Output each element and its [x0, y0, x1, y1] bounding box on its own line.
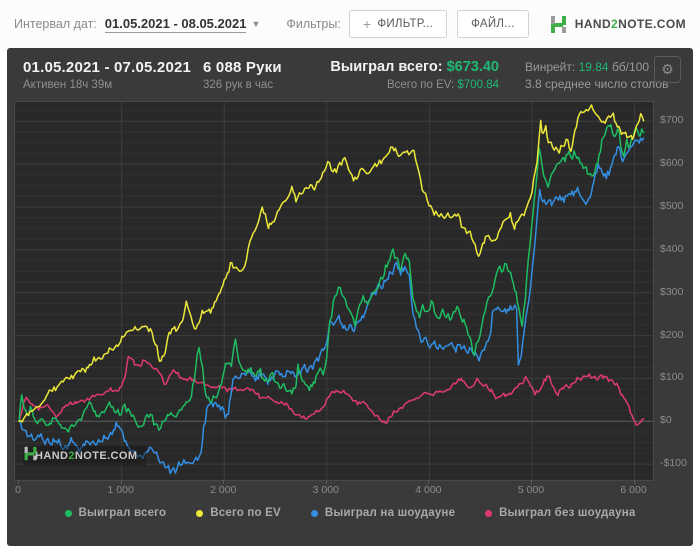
- y-tick-label: $0: [660, 414, 672, 427]
- chevron-down-icon[interactable]: ▼: [251, 19, 260, 29]
- legend-dot: [64, 509, 72, 517]
- x-tick-label: 0: [15, 484, 22, 496]
- y-tick-label: $500: [660, 200, 684, 212]
- x-tick-label: 1 000: [107, 484, 134, 496]
- date-interval-label: Интервал дат:: [14, 17, 97, 31]
- brand-text: HAND2NOTE.COM: [574, 17, 686, 31]
- chart-watermark: HAND2NOTE.COM: [23, 446, 147, 466]
- gear-icon: ⚙: [661, 61, 674, 77]
- date-interval-value[interactable]: 01.05.2021 - 08.05.2021: [104, 16, 247, 33]
- legend-item-ev-total[interactable]: Всего по EV: [196, 507, 281, 519]
- file-button[interactable]: ФАЙЛ...: [457, 10, 529, 38]
- winrate-value: 19.84: [578, 60, 609, 74]
- y-tick-label: $100: [660, 371, 684, 384]
- stat-hands: 6 088 Руки 326 рук в час: [203, 58, 311, 93]
- ev-total-line: Всего по EV: $700.84: [386, 79, 499, 91]
- x-tick-label: 2 000: [210, 484, 237, 496]
- legend-item-won-showdown[interactable]: Выиграл на шоудауне: [310, 507, 456, 519]
- period-value: 01.05.2021 - 07.05.2021: [23, 59, 192, 76]
- legend-label: Всего по EV: [210, 507, 281, 519]
- add-filter-button[interactable]: + ФИЛЬТР...: [348, 10, 448, 38]
- y-tick-label: $700: [660, 114, 684, 127]
- top-toolbar: Интервал дат: 01.05.2021 - 08.05.2021 ▼ …: [0, 0, 700, 48]
- graph-canvas: [15, 102, 653, 480]
- x-tick-label: 5 000: [517, 484, 545, 496]
- stats-bar: 01.05.2021 - 07.05.2021 Активен 18ч 39м …: [7, 48, 693, 101]
- x-tick-label: 6 000: [620, 484, 647, 496]
- x-tick-label: 4 000: [415, 484, 442, 496]
- legend-label: Выиграл без шоудауна: [499, 507, 636, 519]
- stat-winrate: Винрейт: 19.84 бб/100 3.8 среднее число …: [499, 58, 679, 93]
- report-card: 01.05.2021 - 07.05.2021 Активен 18ч 39м …: [7, 48, 693, 546]
- y-axis: $700 $600 $500 $400 $300 $200 $100 $0 -$100: [660, 101, 700, 481]
- x-axis: 0 1 000 2 000 3 000 4 000 5 000 6 000: [14, 480, 686, 501]
- winnings-graph[interactable]: HAND2NOTE.COM: [14, 101, 654, 481]
- legend-dot: [485, 509, 493, 517]
- legend-dot: [310, 509, 318, 517]
- series-line-won-no-showdown: [18, 355, 645, 426]
- y-tick-label: $300: [660, 285, 684, 298]
- plus-icon: +: [362, 16, 372, 32]
- legend-label: Выиграл на шоудауне: [324, 507, 456, 519]
- series-line-won-showdown: [18, 137, 645, 475]
- active-time: Активен 18ч 39м: [23, 79, 113, 91]
- filters-label: Фильтры:: [286, 17, 341, 31]
- stat-period: 01.05.2021 - 07.05.2021 Активен 18ч 39м: [23, 58, 203, 93]
- hand2note-logo: HAND2NOTE.COM: [549, 15, 686, 34]
- hand2note-icon: [24, 446, 37, 461]
- chart-legend: Выиграл всего Всего по EV Выиграл на шоуда…: [7, 501, 693, 519]
- legend-dot: [196, 509, 204, 517]
- y-tick-label: $600: [660, 157, 684, 170]
- legend-item-won-no-showdown[interactable]: Выиграл без шоудауна: [485, 507, 635, 519]
- legend-item-won-total[interactable]: Выиграл всего: [64, 507, 167, 519]
- won-total-value: $673.40: [446, 59, 499, 75]
- ev-total-value: $700.84: [457, 79, 499, 91]
- series-line-ev-total: [18, 104, 645, 423]
- watermark-text: HAND2NOTE.COM: [35, 450, 138, 462]
- y-tick-label: -$100: [660, 457, 687, 470]
- hands-per-hour: 326 рук в час: [203, 79, 274, 91]
- legend-label: Выиграл всего: [78, 507, 167, 519]
- chart-area: HAND2NOTE.COM $700 $600 $500 $400 $300 $200 $1…: [14, 101, 687, 481]
- stat-winnings: Выиграл всего: $673.40 Всего по EV: $700…: [311, 58, 499, 93]
- hand2note-icon: [550, 15, 566, 33]
- y-tick-label: $200: [660, 328, 684, 341]
- x-tick-label: 3 000: [312, 484, 339, 496]
- settings-button[interactable]: ⚙: [654, 56, 681, 83]
- hands-value: 6 088 Руки: [203, 59, 282, 76]
- won-total-line: Выиграл всего: $673.40: [330, 59, 499, 75]
- y-tick-label: $400: [660, 242, 684, 255]
